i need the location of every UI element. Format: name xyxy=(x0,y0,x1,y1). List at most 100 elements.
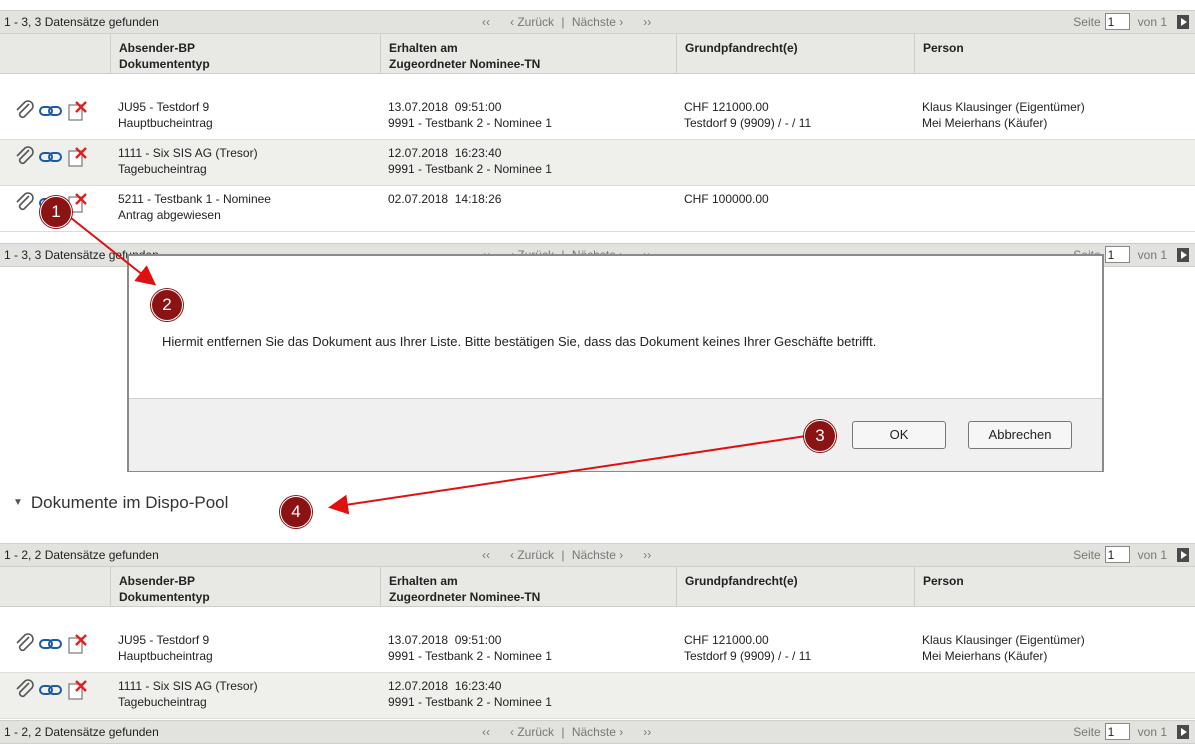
header-erhalten[interactable]: Erhalten am Zugeordneter Nominee-TN xyxy=(380,34,676,73)
collapse-caret-icon[interactable]: ▼ xyxy=(13,497,23,508)
step-marker-3: 3 xyxy=(804,420,836,452)
page-label: Seite xyxy=(1073,547,1101,562)
header-line: Absender-BP xyxy=(119,574,196,588)
received-cell: 13.07.2018 09:51:00 9991 - Testbank 2 - N… xyxy=(388,632,552,664)
record-count: 1 - 2, 2 Datensätze gefunden xyxy=(4,548,159,562)
page-input[interactable] xyxy=(1104,723,1130,740)
cell-text: Hauptbucheintrag xyxy=(118,116,213,130)
cell-text: CHF 100000.00 xyxy=(684,192,769,206)
header-line: Person xyxy=(923,41,964,55)
header-line: Dokumententyp xyxy=(119,57,210,71)
first-page-link[interactable]: ‹‹ xyxy=(482,548,490,562)
next-page-icon[interactable] xyxy=(1177,247,1189,262)
next-page-link[interactable]: Nächste › xyxy=(572,725,623,739)
pool-table-header: Absender-BP Dokumententyp Erhalten am Zu… xyxy=(0,567,1195,607)
last-page-link[interactable]: ›› xyxy=(643,548,651,562)
header-person[interactable]: Person xyxy=(914,567,1195,606)
cell-text: Klaus Klausinger (Eigentümer) xyxy=(922,100,1085,114)
paperclip-icon[interactable] xyxy=(14,192,36,214)
ok-button[interactable]: OK xyxy=(852,421,946,449)
lien-cell: CHF 121000.00 Testdorf 9 (9909) / - / 11 xyxy=(684,99,811,131)
sender-cell: 1111 - Six SIS AG (Tresor) Tagebucheintra… xyxy=(118,678,258,710)
confirm-dialog: Hiermit entfernen Sie das Dokument aus I… xyxy=(127,254,1104,472)
delete-document-icon[interactable] xyxy=(67,146,89,168)
link-icon[interactable] xyxy=(38,100,64,122)
paperclip-icon[interactable] xyxy=(14,146,36,168)
header-absender[interactable]: Absender-BP Dokumententyp xyxy=(110,567,380,606)
header-grundpfandrecht[interactable]: Grundpfandrecht(e) xyxy=(676,34,914,73)
header-line: Zugeordneter Nominee-TN xyxy=(389,57,541,71)
cell-text: 1111 - Six SIS AG (Tresor) xyxy=(118,679,258,693)
page-input[interactable] xyxy=(1104,546,1130,563)
table-header: Absender-BP Dokumententyp Erhalten am Zu… xyxy=(0,34,1195,74)
prev-page-link[interactable]: ‹ Zurück xyxy=(510,548,554,562)
link-icon[interactable] xyxy=(38,679,64,701)
delete-document-icon[interactable] xyxy=(67,633,89,655)
pager-nav: ‹‹ ‹ Zurück | Nächste › ›› xyxy=(482,548,651,562)
next-page-icon[interactable] xyxy=(1177,547,1189,562)
first-page-link[interactable]: ‹‹ xyxy=(482,725,490,739)
step-marker-4: 4 xyxy=(280,496,312,528)
cell-text: 02.07.2018 14:18:26 xyxy=(388,192,502,206)
page-of-label: von 1 xyxy=(1137,247,1167,262)
page-selector: Seite von 1 xyxy=(1073,723,1189,740)
header-line: Grundpfandrecht(e) xyxy=(685,574,798,588)
header-grundpfandrecht[interactable]: Grundpfandrecht(e) xyxy=(676,567,914,606)
person-cell: Klaus Klausinger (Eigentümer) Mei Meierha… xyxy=(922,632,1085,664)
cell-text: Testdorf 9 (9909) / - / 11 xyxy=(684,116,812,130)
prev-page-link[interactable]: ‹ Zurück xyxy=(510,725,554,739)
page-input[interactable] xyxy=(1104,13,1130,30)
table-row: 5211 - Testbank 1 - Nominee Antrag abgewi… xyxy=(0,186,1195,232)
cell-text: 13.07.2018 09:51:00 xyxy=(388,633,502,647)
cell-text: CHF 121000.00 xyxy=(684,633,769,647)
last-page-link[interactable]: ›› xyxy=(643,15,651,29)
page-selector: Seite von 1 xyxy=(1073,13,1189,30)
paperclip-icon[interactable] xyxy=(14,679,36,701)
header-absender[interactable]: Absender-BP Dokumententyp xyxy=(110,34,380,73)
header-line: Erhalten am xyxy=(389,41,458,55)
cancel-button[interactable]: Abbrechen xyxy=(968,421,1072,449)
page-input[interactable] xyxy=(1104,246,1130,263)
next-page-icon[interactable] xyxy=(1177,724,1189,739)
next-page-icon[interactable] xyxy=(1177,14,1189,29)
cell-text: 9991 - Testbank 2 - Nominee 1 xyxy=(388,649,552,663)
header-erhalten[interactable]: Erhalten am Zugeordneter Nominee-TN xyxy=(380,567,676,606)
first-page-link[interactable]: ‹‹ xyxy=(482,15,490,29)
sender-cell: JU95 - Testdorf 9 Hauptbucheintrag xyxy=(118,99,213,131)
lien-cell: CHF 100000.00 xyxy=(684,191,769,207)
link-icon[interactable] xyxy=(38,146,64,168)
next-page-link[interactable]: Nächste › xyxy=(572,15,623,29)
pool-pager-bar-bottom: 1 - 2, 2 Datensätze gefunden ‹‹ ‹ Zurück… xyxy=(0,720,1195,744)
dialog-message: Hiermit entfernen Sie das Dokument aus I… xyxy=(162,334,877,349)
next-page-link[interactable]: Nächste › xyxy=(572,548,623,562)
received-cell: 12.07.2018 16:23:40 9991 - Testbank 2 - N… xyxy=(388,678,552,710)
cell-text: 9991 - Testbank 2 - Nominee 1 xyxy=(388,695,552,709)
delete-document-icon[interactable] xyxy=(67,679,89,701)
header-line: Erhalten am xyxy=(389,574,458,588)
header-line: Absender-BP xyxy=(119,41,196,55)
link-icon[interactable] xyxy=(38,633,64,655)
header-person[interactable]: Person xyxy=(914,34,1195,73)
page-label: Seite xyxy=(1073,14,1101,29)
section-dispo-pool[interactable]: ▼ Dokumente im Dispo-Pool xyxy=(13,493,228,513)
row-actions xyxy=(14,100,89,122)
cell-text: Tagebucheintrag xyxy=(118,695,207,709)
received-cell: 12.07.2018 16:23:40 9991 - Testbank 2 - N… xyxy=(388,145,552,177)
sender-cell: 1111 - Six SIS AG (Tresor) Tagebucheintra… xyxy=(118,145,258,177)
header-line: Zugeordneter Nominee-TN xyxy=(389,590,541,604)
cell-text: 1111 - Six SIS AG (Tresor) xyxy=(118,146,258,160)
paperclip-icon[interactable] xyxy=(14,100,36,122)
row-actions xyxy=(14,679,89,701)
cell-text: 9991 - Testbank 2 - Nominee 1 xyxy=(388,116,552,130)
page-selector: Seite von 1 xyxy=(1073,546,1189,563)
step-marker-1: 1 xyxy=(40,196,72,228)
delete-document-icon[interactable] xyxy=(67,100,89,122)
paperclip-icon[interactable] xyxy=(14,633,36,655)
header-line: Dokumententyp xyxy=(119,590,210,604)
received-cell: 02.07.2018 14:18:26 xyxy=(388,191,501,207)
sender-cell: JU95 - Testdorf 9 Hauptbucheintrag xyxy=(118,632,213,664)
pager-nav: ‹‹ ‹ Zurück | Nächste › ›› xyxy=(482,725,651,739)
cell-text: Tagebucheintrag xyxy=(118,162,207,176)
prev-page-link[interactable]: ‹ Zurück xyxy=(510,15,554,29)
last-page-link[interactable]: ›› xyxy=(643,725,651,739)
